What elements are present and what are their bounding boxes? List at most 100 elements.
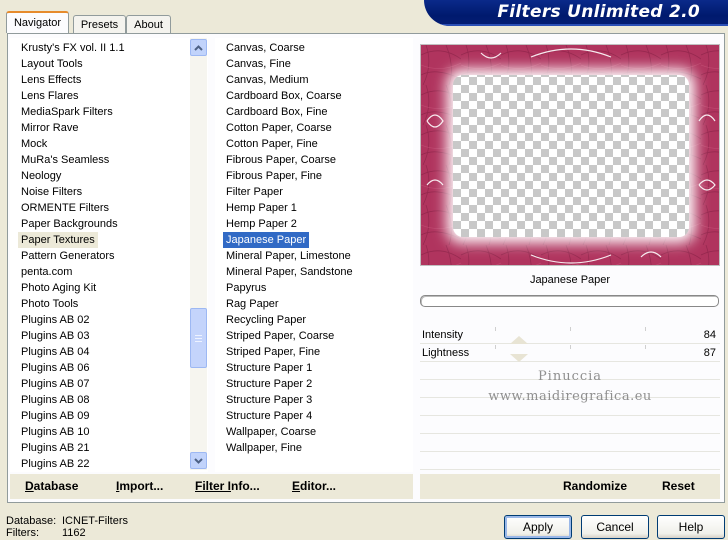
chevron-down-icon [194, 457, 203, 464]
list-item[interactable]: Cardboard Box, Fine [223, 104, 331, 120]
editor-button[interactable]: Editor... [292, 479, 336, 493]
lightness-slider-marker[interactable] [510, 354, 528, 362]
list-item[interactable]: Japanese Paper [223, 232, 310, 248]
list-item[interactable]: MuRa's Seamless [18, 152, 112, 168]
list-item[interactable]: Pattern Generators [18, 248, 118, 264]
list-item[interactable]: Plugins AB 06 [18, 360, 93, 376]
list-item[interactable]: Neology [18, 168, 64, 184]
intensity-label: Intensity [422, 329, 463, 341]
list-item[interactable]: Plugins AB 04 [18, 344, 93, 360]
filter-info-button[interactable]: Filter Info... [195, 479, 260, 493]
param-row-empty [420, 453, 720, 470]
list-item[interactable]: Mineral Paper, Limestone [223, 248, 354, 264]
list-item[interactable]: Noise Filters [18, 184, 85, 200]
lightness-value: 87 [703, 347, 716, 359]
title-banner: Filters Unlimited 2.0 [424, 0, 728, 26]
list-item[interactable]: Mirror Rave [18, 120, 81, 136]
list-item[interactable]: Plugins AB 07 [18, 376, 93, 392]
list-item[interactable]: Mock [18, 136, 50, 152]
list-item[interactable]: Photo Aging Kit [18, 280, 99, 296]
param-row-empty [420, 417, 720, 434]
list-item[interactable]: Structure Paper 2 [223, 376, 315, 392]
list-item[interactable]: Rag Paper [223, 296, 282, 312]
reset-button[interactable]: Reset [662, 479, 695, 493]
list-item[interactable]: Lens Flares [18, 88, 81, 104]
list-item[interactable]: Canvas, Fine [223, 56, 294, 72]
filters-count-info: Filters: 1162 [6, 527, 86, 539]
list-item[interactable]: Paper Textures [18, 232, 98, 248]
database-button[interactable]: Database [25, 479, 78, 493]
list-item[interactable]: Mineral Paper, Sandstone [223, 264, 356, 280]
list-item[interactable]: Lens Effects [18, 72, 84, 88]
list-item[interactable]: Papyrus [223, 280, 269, 296]
filters-count-label: Filters: [6, 527, 39, 539]
import-button[interactable]: Import... [116, 479, 163, 493]
filters-count-value: 1162 [62, 527, 86, 539]
list-item[interactable]: Plugins AB 08 [18, 392, 93, 408]
list-item[interactable]: Recycling Paper [223, 312, 309, 328]
param-row-lightness[interactable]: Lightness 87 [420, 345, 720, 362]
list-item[interactable]: Fibrous Paper, Coarse [223, 152, 339, 168]
category-scrollbar[interactable] [190, 38, 207, 470]
list-item[interactable]: Krusty's FX vol. II 1.1 [18, 40, 128, 56]
list-item[interactable]: Canvas, Medium [223, 72, 312, 88]
list-item[interactable]: Plugins AB 03 [18, 328, 93, 344]
list-item[interactable]: Hemp Paper 1 [223, 200, 300, 216]
list-item[interactable]: Cotton Paper, Fine [223, 136, 321, 152]
list-item[interactable]: Striped Paper, Coarse [223, 328, 337, 344]
list-item[interactable]: Plugins AB 10 [18, 424, 93, 440]
list-item[interactable]: Plugins AB 02 [18, 312, 93, 328]
list-item[interactable]: Hemp Paper 2 [223, 216, 300, 232]
list-item[interactable]: Cardboard Box, Coarse [223, 88, 345, 104]
list-item[interactable]: Canvas, Coarse [223, 40, 308, 56]
preview-image [420, 44, 720, 266]
list-item[interactable]: Structure Paper 4 [223, 408, 315, 424]
database-info-label: Database: [6, 515, 57, 527]
tab-presets[interactable]: Presets [73, 15, 126, 33]
list-item[interactable]: Striped Paper, Fine [223, 344, 323, 360]
list-item[interactable]: Filter Paper [223, 184, 286, 200]
watermark: Pinuccia www.maidiregrafica.eu [420, 367, 720, 407]
list-item[interactable]: Structure Paper 3 [223, 392, 315, 408]
tab-navigator-label: Navigator [13, 17, 62, 29]
tab-about[interactable]: About [126, 15, 171, 33]
intensity-value: 84 [703, 329, 716, 341]
lightness-label: Lightness [422, 347, 470, 359]
tab-about-label: About [134, 18, 163, 31]
list-item[interactable]: Fibrous Paper, Fine [223, 168, 325, 184]
app-title: Filters Unlimited 2.0 [497, 2, 700, 22]
list-item[interactable]: Wallpaper, Coarse [223, 424, 319, 440]
list-item[interactable]: Plugins AB 09 [18, 408, 93, 424]
apply-button-label: Apply [522, 520, 554, 534]
tab-presets-label: Presets [80, 18, 119, 31]
list-item[interactable]: Wallpaper, Fine [223, 440, 305, 456]
scroll-thumb[interactable] [190, 308, 207, 368]
list-item[interactable]: MediaSpark Filters [18, 104, 116, 120]
preview-filter-name: Japanese Paper [529, 274, 611, 286]
list-item[interactable]: Plugins AB 22 [18, 456, 93, 472]
list-item[interactable]: Cotton Paper, Coarse [223, 120, 335, 136]
randomize-button[interactable]: Randomize [563, 479, 627, 493]
apply-button[interactable]: Apply [504, 515, 572, 539]
help-button-label: Help [678, 520, 704, 534]
cancel-button[interactable]: Cancel [581, 515, 649, 539]
list-item[interactable]: Plugins AB 21 [18, 440, 93, 456]
list-item[interactable]: Photo Tools [18, 296, 81, 312]
list-item[interactable]: ORMENTE Filters [18, 200, 112, 216]
list-item[interactable]: Structure Paper 1 [223, 360, 315, 376]
list-item[interactable]: Layout Tools [18, 56, 86, 72]
filter-list[interactable]: Canvas, Coarse Canvas, Fine Canvas, Medium… [215, 38, 413, 472]
list-item[interactable]: Paper Backgrounds [18, 216, 121, 232]
category-list[interactable]: Krusty's FX vol. II 1.1 Layout Tools Lens … [10, 38, 208, 472]
param-row-empty [420, 435, 720, 452]
intensity-slider-marker[interactable] [510, 336, 528, 344]
param-row-intensity[interactable]: Intensity 84 [420, 327, 720, 344]
scroll-up-button[interactable] [190, 39, 207, 56]
cancel-button-label: Cancel [596, 520, 634, 534]
list-item[interactable]: penta.com [18, 264, 75, 280]
help-button[interactable]: Help [657, 515, 725, 539]
watermark-line-2: www.maidiregrafica.eu [488, 389, 652, 404]
tab-navigator[interactable]: Navigator [6, 11, 69, 33]
scroll-down-button[interactable] [190, 452, 207, 469]
database-info-value: ICNET-Filters [62, 515, 128, 527]
